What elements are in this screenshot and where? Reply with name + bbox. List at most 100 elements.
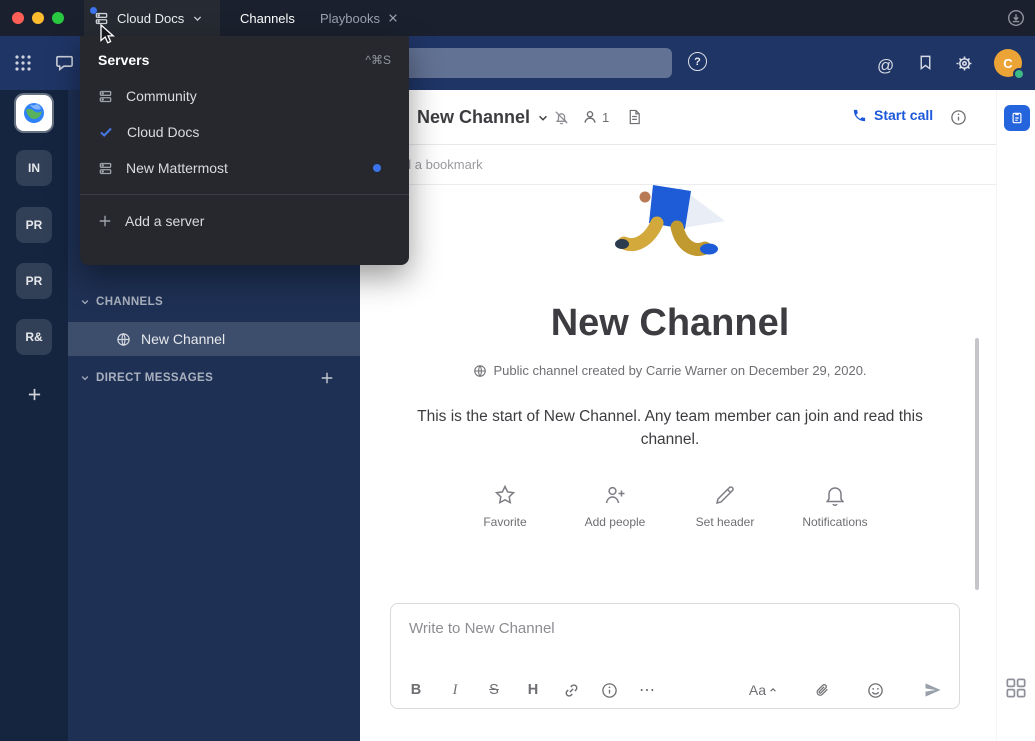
member-count: 1 [602,110,609,125]
notifications-button[interactable]: Notifications [797,483,873,529]
message-composer: Write to New Channel B I S H ⋯ [390,603,960,709]
phone-icon [852,108,867,123]
maximize-window-button[interactable] [52,12,64,24]
playbooks-app-icon[interactable] [1004,105,1030,131]
plus-icon [27,387,42,402]
download-icon[interactable] [1007,9,1025,27]
add-people-button[interactable]: Add people [577,483,653,529]
muted-bell-icon[interactable] [553,109,570,126]
start-call-label: Start call [874,107,933,123]
globe-icon [116,332,131,347]
globe-icon [473,364,487,378]
chevron-down-icon [537,112,549,124]
intro-description: This is the start of New Channel. Any te… [400,405,940,451]
user-avatar[interactable]: C [994,49,1022,77]
servers-menu-shortcut: ^⌘S [365,53,391,67]
active-team-avatar[interactable] [16,95,52,131]
menu-item-cloud-docs[interactable]: Cloud Docs [80,114,409,150]
channels-section-header[interactable]: CHANNELS [80,296,163,308]
pinned-files-icon[interactable] [627,109,642,125]
team-item[interactable]: PR [16,207,52,243]
servers-menu-title: Servers [98,52,149,68]
check-icon [98,124,114,140]
globe-team-icon [22,101,46,125]
add-direct-message-button[interactable] [320,371,334,385]
mentions-icon[interactable]: @ [877,56,894,76]
toggle-formatting-button[interactable]: Aa [749,682,777,698]
menu-divider [80,194,409,195]
servers-menu-header: Servers ^⌘S [80,36,409,78]
minimize-window-button[interactable] [32,12,44,24]
scrollbar[interactable] [975,338,979,590]
paperclip-icon [814,682,830,698]
add-team-button[interactable] [16,376,52,412]
sidebar-item-new-channel[interactable]: New Channel [68,322,360,356]
plus-icon [320,371,334,385]
channel-members-button[interactable]: 1 [582,109,609,125]
strikethrough-button[interactable]: S [485,682,503,698]
person-icon [582,109,598,125]
link-icon [563,682,580,699]
message-input[interactable]: Write to New Channel [409,620,555,637]
intro-meta: Public channel created by Carrie Warner … [473,363,866,378]
set-header-button[interactable]: Set header [687,483,763,529]
help-icon[interactable]: ? [688,52,707,71]
emoji-button[interactable] [867,682,884,699]
star-icon [493,483,517,507]
team-item[interactable]: PR [16,263,52,299]
chat-bubble-icon[interactable] [55,53,74,72]
intro-actions: Favorite Add people Set header [360,483,980,529]
bold-button[interactable]: B [407,682,425,698]
favorite-button[interactable]: Favorite [467,483,543,529]
chevron-up-icon [769,686,777,694]
heading-button[interactable]: H [524,682,542,698]
server-unread-dot [90,7,97,14]
team-item[interactable]: R& [16,319,52,355]
channel-title-menu[interactable]: New Channel [417,90,549,145]
window-titlebar: Cloud Docs Channels Playbooks [0,0,1035,36]
send-icon [923,680,943,700]
server-tab-label: Cloud Docs [117,11,184,26]
tab-playbooks-label: Playbooks [320,11,380,26]
channel-info-icon[interactable] [950,109,967,126]
close-tab-icon[interactable] [388,13,398,23]
send-button[interactable] [923,680,943,700]
apps-grid-icon[interactable] [1004,676,1028,700]
start-call-button[interactable]: Start call [852,107,933,123]
channel-intro-illustration [595,185,745,285]
main-content: New Channel 1 [360,90,996,741]
menu-item-community[interactable]: Community [80,78,409,114]
formatting-toolbar: B I S H ⋯ Aa [391,680,959,700]
team-item[interactable]: IN [16,150,52,186]
info-button[interactable] [601,682,618,699]
attach-file-button[interactable] [814,682,830,698]
tab-channels[interactable]: Channels [240,0,295,36]
menu-item-new-mattermost[interactable]: New Mattermost [80,150,409,186]
italic-button[interactable]: I [446,682,464,699]
close-window-button[interactable] [12,12,24,24]
more-formatting-button[interactable]: ⋯ [639,680,656,700]
menu-item-add-server[interactable]: Add a server [80,203,409,239]
plus-icon [98,214,112,228]
product-switcher-icon[interactable] [14,54,32,72]
saved-posts-icon[interactable] [917,54,934,71]
tab-channels-label: Channels [240,11,295,26]
bell-icon [823,483,847,507]
channel-intro: New Channel Public channel created by Ca… [360,185,980,529]
add-person-icon [603,483,627,507]
app-window: Cloud Docs Channels Playbooks [0,0,1035,741]
bookmark-bar[interactable]: Add a bookmark [360,145,996,185]
unread-dot [373,164,381,172]
mouse-cursor [99,24,119,46]
link-button[interactable] [563,682,580,699]
settings-gear-icon[interactable] [955,54,974,73]
tab-playbooks[interactable]: Playbooks [320,0,398,36]
chevron-down-icon [80,297,90,307]
avatar-initial: C [1003,56,1012,71]
pencil-icon [713,483,737,507]
chevron-down-icon [80,373,90,383]
chevron-down-icon [192,13,203,24]
direct-messages-section-header[interactable]: DIRECT MESSAGES [80,372,213,384]
channel-name-label: New Channel [141,331,225,347]
server-icon [98,89,113,104]
